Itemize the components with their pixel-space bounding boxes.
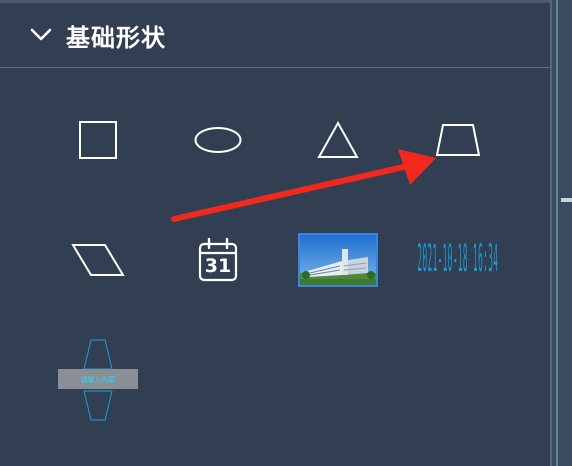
ruler-label-300: 300 xyxy=(563,22,572,106)
annotation-arrow xyxy=(171,149,436,222)
ruler-tick xyxy=(561,198,572,202)
vertical-ruler: 300 50 xyxy=(550,0,572,466)
component-panel: 基础形状 31 2021-10-18 16:34 请输入内容 xyxy=(0,0,550,466)
ruler-edge xyxy=(556,0,558,466)
ruler-label-50: 50 xyxy=(563,396,572,452)
